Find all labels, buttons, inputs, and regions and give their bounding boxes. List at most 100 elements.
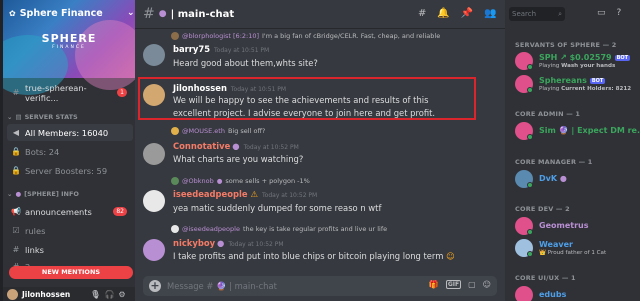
message-username[interactable]: Connotative ● Today at 10:52 PM (173, 141, 299, 151)
gift-icon[interactable]: 🎁 (429, 280, 439, 289)
reply-username: @iseedeadpeople (182, 225, 240, 233)
highlight-annotation (138, 77, 476, 120)
avatar[interactable] (143, 143, 165, 165)
member-sphereans-bot[interactable]: Sphereans BOT Playing Current Holders: 82… (515, 74, 635, 94)
channel-sidebar: ✿ Sphere Finance ⌄ SPHERE FINANCE # true… (3, 0, 135, 301)
sticker-icon[interactable]: ▢ (468, 280, 476, 289)
server-banner[interactable]: ✿ Sphere Finance ⌄ SPHERE FINANCE (3, 0, 135, 95)
member-geometrus[interactable]: Geometrus (515, 216, 635, 236)
member-sim[interactable]: Sim 🔮 | Expect DM re... (515, 121, 640, 141)
channel-rules[interactable]: ☑ rules (7, 222, 133, 239)
chart-icon: ▤ (15, 113, 22, 121)
member-sph-bot[interactable]: SPH ↗ $0.02579 BOT Playing Wash your hand… (515, 51, 635, 71)
activity-text: Current Holders: 8212 (561, 86, 632, 92)
bell-icon[interactable]: 🔔 (437, 8, 449, 19)
members-icon[interactable]: 👥 (484, 8, 496, 19)
member-group-header: CORE ADMIN — 1 (515, 110, 581, 118)
online-status-icon (527, 229, 533, 235)
channel-title: | main-chat (170, 8, 235, 20)
server-name-header[interactable]: ✿ Sphere Finance ⌄ (9, 8, 135, 19)
channel-label: All Members: 16040 (25, 127, 109, 138)
category-sphere-info[interactable]: ⌄ ● [SPHERE] INFO (7, 190, 79, 198)
avatar[interactable] (143, 239, 165, 261)
reply-preview[interactable]: @MOUSE.eth Big sell off? (171, 127, 265, 135)
reply-preview[interactable]: @iseedeadpeople the key is take regular … (171, 225, 387, 233)
threads-icon[interactable]: # (418, 8, 426, 19)
search-input[interactable]: Search ⌕ (509, 7, 565, 21)
composer-toolbar: 🎁 GIF ▢ ☺ (429, 280, 491, 289)
member-name: Geometrus (539, 221, 589, 230)
reply-username: @Obknob (182, 177, 214, 185)
add-attachment-icon[interactable]: + (149, 280, 161, 292)
message-text: What charts are you watching? (173, 154, 304, 164)
server-name: Sphere Finance (19, 8, 103, 19)
channel-label: true-spherean-verific... (25, 82, 87, 103)
message-username[interactable]: barry75 Today at 10:51 PM (173, 44, 269, 54)
channel-label: rules (25, 225, 46, 236)
sphere-badge-icon: ● (559, 174, 567, 183)
user-avatar[interactable] (7, 288, 18, 300)
category-server-stats[interactable]: ⌄ ▤ SERVER STATS (7, 113, 78, 121)
pin-icon[interactable]: 📌 (461, 8, 473, 19)
member-name: Sim 🔮 | Expect DM re... (539, 126, 640, 135)
channel-boosters[interactable]: 🔒 Server Boosters: 59 (7, 162, 133, 179)
reply-username: @blorphologist [6:2:10] (182, 32, 260, 40)
activity-text: Wash your hands (561, 63, 616, 69)
search-placeholder: Search (512, 10, 537, 18)
search-icon: ⌕ (558, 10, 562, 18)
message-composer[interactable]: + Message # 🔮 | main-chat 🎁 GIF ▢ ☺ (143, 276, 497, 296)
channel-bots[interactable]: 🔒 Bots: 24 (7, 143, 133, 160)
bot-tag: BOT (614, 54, 631, 61)
lock-icon: 🔒 (11, 166, 21, 175)
channel-announcements[interactable]: 📢 announcements 82 (7, 203, 133, 220)
reply-preview[interactable]: @Obknob ● some sells + polygon -1% (171, 177, 310, 185)
online-status-icon (527, 87, 533, 93)
microphone-icon[interactable]: 🎙 (90, 290, 100, 299)
chevron-down-icon[interactable]: ⌄ (127, 8, 135, 18)
reply-username: @MOUSE.eth (182, 127, 225, 135)
help-icon[interactable]: ? (617, 8, 622, 18)
member-name: DvK ● (539, 174, 567, 183)
member-name-text: DvK (539, 174, 558, 183)
gif-icon[interactable]: GIF (445, 280, 462, 289)
hash-icon: # (12, 245, 20, 254)
channel-all-members[interactable]: ◀ All Members: 16040 (7, 124, 133, 141)
megaphone-icon: 📢 (11, 207, 21, 216)
member-edubs[interactable]: edubs (515, 285, 635, 301)
headphones-icon[interactable]: 🎧 (104, 290, 114, 299)
avatar[interactable] (143, 44, 165, 66)
message-input[interactable]: Message # 🔮 | main-chat (167, 281, 277, 292)
inbox-icon[interactable]: ▭ (597, 8, 606, 18)
member-dvk[interactable]: DvK ● (515, 169, 635, 189)
timestamp: Today at 10:52 PM (243, 144, 299, 151)
message-username[interactable]: iseedeadpeople ⚠ Today at 10:52 PM (173, 189, 317, 199)
online-status-icon (527, 251, 533, 257)
member-name: Sphereans BOT (539, 76, 606, 85)
sphere-badge-icon: ● (216, 177, 223, 185)
message-text: I take profits and put into blue chips o… (173, 250, 455, 263)
online-status-icon (527, 134, 533, 140)
channel-label: links (25, 244, 44, 255)
chevron-down-icon: ⌄ (7, 190, 13, 198)
username-text: nickyboy (173, 238, 216, 248)
channel-verify[interactable]: # true-spherean-verific... 1 (7, 82, 133, 103)
discord-app: ✿ Sphere Finance ⌄ SPHERE FINANCE # true… (0, 0, 640, 301)
member-activity: Playing Wash your hands (539, 63, 615, 69)
chat-area: # ● | main-chat # 🔔 📌 👥 @blorphologist [… (135, 0, 505, 301)
member-group-header: SERVANTS OF SPHERE — 2 (515, 41, 617, 49)
message-username[interactable]: nickyboy ● Today at 10:52 PM (173, 238, 284, 248)
member-weaver[interactable]: Weaver 👑 Proud father of 1 Cat (515, 238, 635, 258)
banner-title: SPHERE (41, 32, 97, 45)
new-mentions-button[interactable]: NEW MENTIONS (9, 266, 133, 279)
mention-badge: 82 (113, 207, 127, 216)
channel-links[interactable]: # links (7, 241, 133, 258)
verified-server-icon: ✿ (9, 9, 16, 18)
chat-header-toolbar: # 🔔 📌 👥 (418, 8, 497, 19)
reply-preview[interactable]: @blorphologist [6:2:10] I'm a big fan of… (171, 32, 440, 40)
bot-tag: BOT (589, 77, 606, 84)
gear-icon[interactable]: ⚙ (118, 290, 125, 299)
avatar[interactable] (143, 190, 165, 212)
lock-icon: 🔒 (11, 147, 21, 156)
emoji-icon[interactable]: ☺ (483, 280, 491, 289)
member-name-text: Sphereans (539, 76, 587, 85)
